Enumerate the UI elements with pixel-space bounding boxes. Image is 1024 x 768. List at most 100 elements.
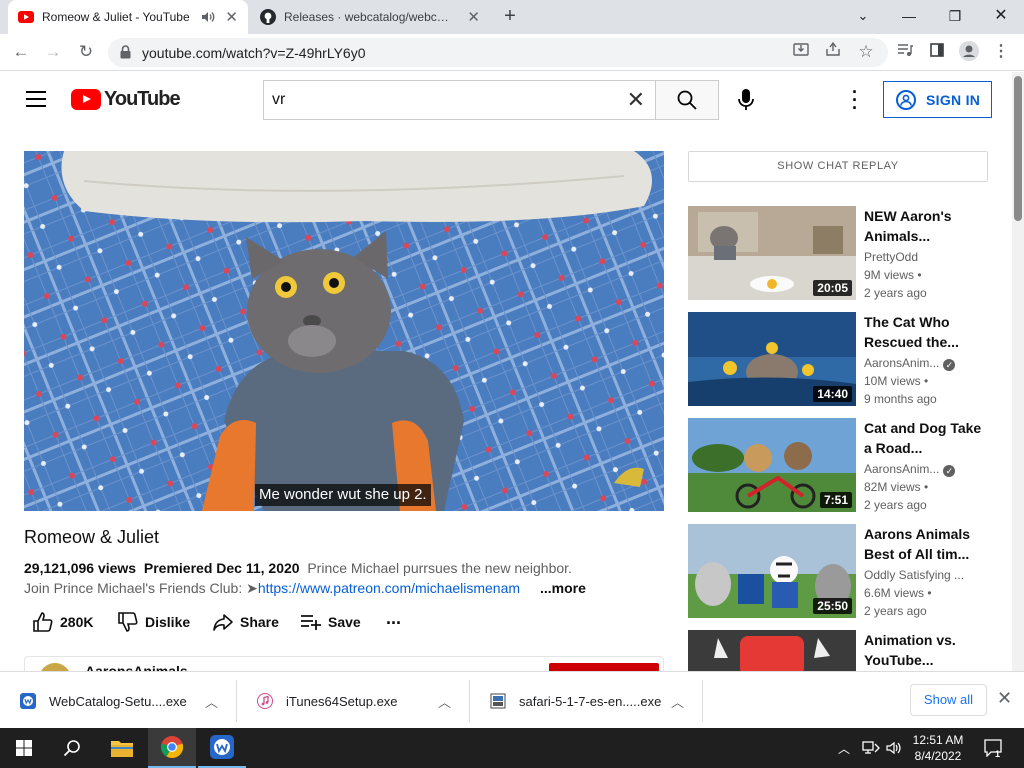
video-thumbnail[interactable]: 20:05 [688, 206, 856, 300]
show-hidden-icons-chevron-icon[interactable]: ︿ [838, 728, 850, 768]
hamburger-menu-icon[interactable] [26, 91, 46, 107]
video-thumbnail[interactable] [688, 630, 856, 671]
description-line-2[interactable]: Join Prince Michael's Friends Club: ➤htt… [24, 580, 586, 597]
reload-icon[interactable]: ↻ [73, 39, 99, 65]
browser-tab-strip: Romeow & Juliet - YouTube ✕ Releases · w… [0, 0, 1024, 34]
more-actions-button[interactable]: ... [386, 606, 401, 630]
side-panel-icon[interactable] [926, 41, 948, 63]
thumbs-down-icon [118, 612, 138, 632]
recommended-title[interactable]: Cat and Dog Take a Road... [864, 418, 984, 458]
page-scrollbar-thumb[interactable] [1014, 76, 1022, 221]
recommended-channel[interactable]: AaronsAnim... ✓ [864, 356, 956, 371]
recommended-channel[interactable]: PrettyOdd [864, 250, 918, 264]
patreon-link[interactable]: https://www.patreon.com/michaelismenam [258, 580, 520, 596]
recommended-video[interactable]: 7:51 Cat and Dog Take a Road... AaronsAn… [688, 418, 998, 512]
voice-search-button[interactable] [734, 87, 758, 113]
installer-file-icon [490, 693, 506, 709]
recommended-video[interactable]: 20:05 NEW Aaron's Animals... PrettyOdd 9… [688, 206, 998, 300]
search-button[interactable] [655, 80, 719, 120]
webcatalog-taskbar-icon[interactable] [198, 728, 246, 768]
video-player[interactable]: Me wonder wut she up 2. [24, 151, 664, 511]
show-chat-replay-button[interactable]: SHOW CHAT REPLAY [688, 151, 988, 182]
restore-icon[interactable]: ❐ [932, 2, 978, 30]
media-control-icon[interactable] [894, 41, 916, 63]
recommended-title[interactable]: NEW Aaron's Animals... [864, 206, 984, 246]
window-close-icon[interactable]: ✕ [978, 2, 1024, 30]
download-item[interactable]: WebCatalog-Setu....exe ︿ [0, 680, 237, 722]
chevron-up-icon[interactable]: ︿ [205, 692, 218, 711]
recommended-views: 10M views • [864, 374, 929, 388]
share-page-icon[interactable] [822, 41, 844, 63]
network-icon[interactable] [862, 728, 880, 768]
share-button[interactable]: Share [212, 610, 279, 634]
youtube-favicon-icon [18, 11, 34, 23]
tab-close-icon[interactable]: ✕ [467, 8, 480, 26]
tab-close-icon[interactable]: ✕ [225, 8, 238, 26]
install-app-icon[interactable] [790, 41, 812, 63]
minimize-icon[interactable]: — [886, 2, 932, 30]
profile-avatar-icon[interactable] [958, 41, 980, 63]
notification-center-icon[interactable]: 1 [984, 728, 1004, 768]
recommended-title[interactable]: The Cat Who Rescued the... [864, 312, 984, 352]
save-button[interactable]: Save [300, 610, 361, 634]
like-button[interactable]: 280K [32, 610, 93, 634]
search-box[interactable]: ✕ [263, 80, 655, 120]
add-to-playlist-icon [301, 615, 321, 630]
video-thumbnail[interactable]: 7:51 [688, 418, 856, 512]
thumbnail-image [688, 630, 856, 671]
chrome-taskbar-icon[interactable] [148, 728, 196, 768]
description-prefix: Join Prince Michael's Friends Club: ➤ [24, 580, 258, 596]
recommended-title[interactable]: Aarons Animals Best of All tim... [864, 524, 984, 564]
save-label: Save [328, 614, 361, 630]
new-tab-button[interactable]: + [498, 4, 522, 28]
search-icon[interactable] [48, 728, 96, 768]
itunes-file-icon [257, 693, 273, 709]
recommended-video[interactable]: 14:40 The Cat Who Rescued the... AaronsA… [688, 312, 998, 406]
recommended-title[interactable]: Animation vs. YouTube... [864, 630, 984, 670]
sign-in-button[interactable]: SIGN IN [883, 81, 992, 118]
show-more-link[interactable]: ...more [540, 580, 586, 596]
back-arrow-icon[interactable]: ← [8, 39, 34, 65]
audio-playing-icon[interactable] [201, 11, 215, 23]
youtube-header: YouTube ✕ ··· SIGN IN [0, 72, 1012, 128]
chevron-up-icon[interactable]: ︿ [671, 692, 684, 711]
show-all-downloads-button[interactable]: Show all [910, 684, 987, 716]
recommended-video[interactable]: 25:50 Aarons Animals Best of All tim... … [688, 524, 998, 618]
video-meta-line: 29,121,096 views Premiered Dec 11, 2020 … [24, 560, 572, 576]
video-caption: Me wonder wut she up 2. [255, 484, 431, 506]
search-input[interactable] [264, 81, 614, 119]
tab-youtube[interactable]: Romeow & Juliet - YouTube ✕ [8, 0, 248, 34]
chrome-menu-icon[interactable]: ⋮ [990, 41, 1012, 63]
close-downloads-bar-icon[interactable]: ✕ [997, 688, 1012, 709]
forward-arrow-icon[interactable]: → [40, 39, 66, 65]
address-bar[interactable]: youtube.com/watch?v=Z-49hrLY6y0 [108, 38, 888, 67]
verified-check-icon: ✓ [943, 359, 956, 371]
recommended-video[interactable]: Animation vs. YouTube... [688, 630, 998, 671]
volume-icon[interactable] [886, 728, 902, 768]
video-thumbnail[interactable]: 25:50 [688, 524, 856, 618]
webcatalog-file-icon [20, 693, 36, 709]
sign-in-label: SIGN IN [926, 91, 981, 108]
tab-search-chevron-icon[interactable]: ⌄ [840, 2, 886, 30]
video-thumbnail[interactable]: 14:40 [688, 312, 856, 406]
download-item[interactable]: iTunes64Setup.exe ︿ [237, 680, 470, 722]
system-clock[interactable]: 12:51 AM 8/4/2022 [905, 732, 971, 764]
tab-releases[interactable]: Releases · webcatalog/webcatalog ✕ [250, 0, 490, 34]
chevron-up-icon[interactable]: ︿ [438, 692, 451, 711]
clock-time: 12:51 AM [912, 733, 964, 747]
recommended-channel[interactable]: AaronsAnim... ✓ [864, 462, 956, 477]
settings-more-icon[interactable]: · · · [845, 83, 865, 117]
video-title: Romeow & Juliet [24, 527, 160, 547]
premiere-date: Premiered Dec 11, 2020 [143, 560, 300, 576]
download-item[interactable]: safari-5-1-7-es-en.....exe ︿ [470, 680, 703, 722]
clear-search-icon[interactable]: ✕ [627, 88, 645, 112]
recommended-channel[interactable]: Oddly Satisfying ... [864, 568, 964, 582]
windows-start-icon[interactable] [0, 728, 48, 768]
bookmark-star-icon[interactable]: ☆ [855, 41, 877, 63]
youtube-logo[interactable]: YouTube [71, 88, 181, 110]
windows-taskbar: ︿ 12:51 AM 8/4/2022 1 [0, 728, 1024, 768]
lock-icon[interactable] [120, 45, 131, 59]
dislike-button[interactable]: Dislike [117, 610, 190, 634]
video-duration: 25:50 [813, 598, 852, 614]
file-explorer-icon[interactable] [98, 728, 146, 768]
